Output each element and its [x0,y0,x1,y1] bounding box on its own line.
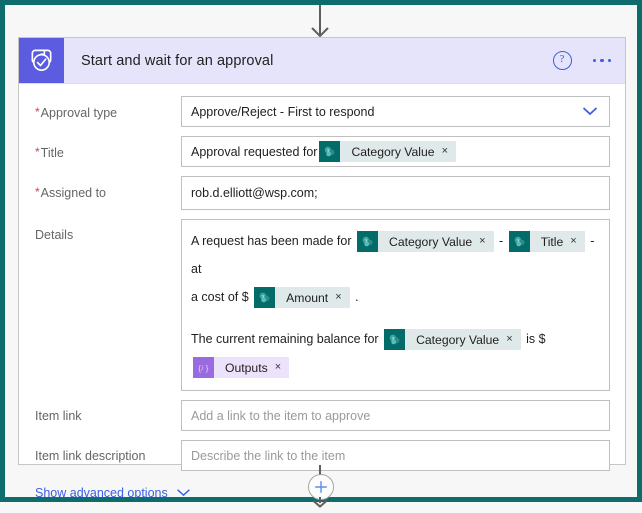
field-row-item-link: Item link Add a link to the item to appr… [19,400,625,431]
token-chip-remove-icon[interactable]: × [275,362,281,373]
details-paragraph-3: The current remaining balance for s Cate… [191,325,600,381]
show-advanced-options-link[interactable]: Show advanced options [35,486,191,500]
label-item-link-description: Item link description [35,449,146,463]
label-approval-type: *Approval type [35,105,118,120]
label-details: Details [35,228,74,242]
chevron-down-icon [176,486,191,500]
sharepoint-icon: s [384,329,406,351]
action-card-start-and-wait-for-an-approval[interactable]: Start and wait for an approval ? *Approv… [18,37,626,500]
required-asterisk: * [35,185,40,199]
token-chip-remove-icon[interactable]: × [570,236,576,247]
token-chip-outputs[interactable]: { / } Outputs × [193,357,290,379]
details-blank-line [191,311,600,325]
details-text-3b: is $ [526,332,546,346]
title-token-input[interactable]: Approval requested for s Category Value … [181,136,610,167]
token-chip-label: Category Value [351,144,435,159]
field-row-assigned-to: *Assigned to rob.d.elliott@wsp.com; [19,176,625,210]
token-chip-remove-icon[interactable]: × [506,334,512,345]
approval-type-value: Approve/Reject - First to respond [191,104,375,119]
details-token-textarea[interactable]: A request has been made for s Category V… [181,219,610,391]
arrow-down-icon-bottom [311,495,329,508]
token-chip-category-value[interactable]: s Category Value × [357,231,494,253]
token-chip-title[interactable]: s Title × [508,231,585,253]
details-text-2a: a cost of $ [191,290,249,304]
expression-function-icon: { / } [193,357,214,379]
item-link-placeholder: Add a link to the item to approve [191,408,371,423]
token-chip-category-value[interactable]: s Category Value × [319,141,457,162]
token-chip-label: Title [540,234,564,249]
token-chip-remove-icon[interactable]: × [335,292,341,303]
token-chip-label: Amount [286,290,329,305]
help-question-icon[interactable]: ? [552,51,572,70]
field-row-approval-type: *Approval type Approve/Reject - First to… [19,96,625,127]
item-link-description-input[interactable]: Describe the link to the item [181,440,610,471]
details-paragraph-2: a cost of $ s Amount × . [191,283,600,311]
details-text-1a: A request has been made for [191,234,352,248]
label-item-link: Item link [35,409,82,423]
field-row-details: Details A request has been made for s Ca… [19,219,625,391]
approval-type-dropdown[interactable]: Approve/Reject - First to respond [181,96,610,127]
token-chip-label: Category Value [416,332,500,347]
details-text-2b: . [355,290,359,304]
title-prefix-text: Approval requested for [191,144,318,159]
item-link-description-placeholder: Describe the link to the item [191,448,346,463]
assigned-to-value: rob.d.elliott@wsp.com; [191,186,318,200]
token-chip-category-value[interactable]: s Category Value × [384,329,521,351]
show-advanced-options-label: Show advanced options [35,486,168,500]
token-chip-remove-icon[interactable]: × [442,146,448,157]
sharepoint-icon: s [254,287,276,309]
required-asterisk: * [35,105,40,119]
required-asterisk: * [35,145,40,159]
sharepoint-icon: s [357,231,379,253]
item-link-input[interactable]: Add a link to the item to approve [181,400,610,431]
more-options-ellipsis-icon[interactable] [589,53,616,69]
token-chip-label: Outputs [225,360,268,375]
token-chip-amount[interactable]: s Amount × [254,287,350,309]
token-chip-remove-icon[interactable]: × [479,236,485,247]
field-row-title: *Title Approval requested for s Category… [19,136,625,167]
action-card-header-controls: ? [552,38,616,83]
details-text-3a: The current remaining balance for [191,332,379,346]
field-row-item-link-description: Item link description Describe the link … [19,440,625,471]
sharepoint-icon: s [508,231,530,253]
action-card-body: *Approval type Approve/Reject - First to… [19,96,625,502]
svg-text:/: / [201,366,203,373]
svg-text:}: } [205,364,208,373]
approval-shield-check-icon [19,38,64,83]
action-card-header[interactable]: Start and wait for an approval ? [19,38,625,84]
flow-designer-canvas: Start and wait for an approval ? *Approv… [0,0,642,508]
label-assigned-to: *Assigned to [35,185,106,200]
action-card-title: Start and wait for an approval [81,52,274,69]
details-separator-1: - [499,234,504,248]
details-paragraph-1: A request has been made for s Category V… [191,227,600,283]
assigned-to-input[interactable]: rob.d.elliott@wsp.com; [181,176,610,210]
chevron-down-icon [582,105,598,119]
label-title: *Title [35,145,64,160]
token-chip-label: Category Value [389,234,473,249]
sharepoint-icon: s [319,141,341,162]
